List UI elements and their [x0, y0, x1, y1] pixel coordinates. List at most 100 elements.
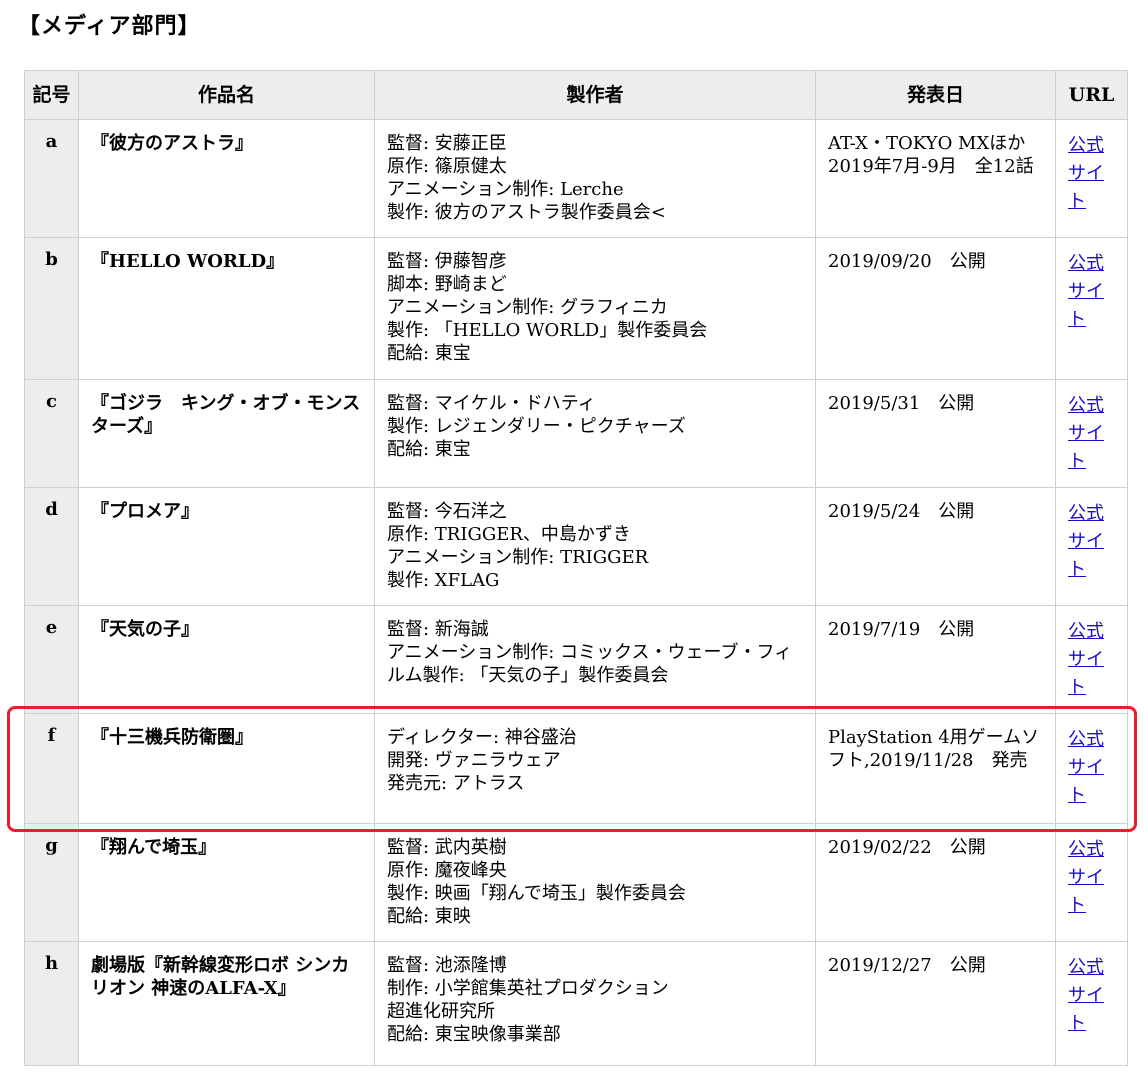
url-cell: 公式 サイト — [1055, 823, 1128, 942]
maker-line: 監督: 新海誠 — [387, 619, 489, 640]
official-site-link-text: サイ — [1068, 531, 1104, 552]
url-cell: 公式 サイト — [1055, 605, 1128, 714]
release-date-line: 2019/02/22 公開 — [828, 837, 986, 858]
maker-cell: 監督: 伊藤智彦 脚本: 野崎まど アニメーション制作: グラフィニカ 製作: 「HE… — [374, 237, 816, 380]
release-date-cell: 2019/5/31 公開 — [815, 379, 1056, 488]
maker-line: 発売元: アトラス — [387, 773, 525, 794]
maker-cell: 監督: 今石洋之 原作: TRIGGER、中島かずき アニメーション制作: TRIG… — [374, 487, 816, 606]
official-site-link-text: サイ — [1068, 281, 1104, 302]
work-title: 劇場版『新幹線変形ロボ シンカリオン 神速のALFA-X』 — [78, 941, 375, 1066]
col-header-title: 作品名 — [78, 70, 375, 120]
release-date-line: 2019/5/31 公開 — [828, 393, 975, 414]
col-header-maker: 製作者 — [374, 70, 816, 120]
maker-line: 原作: 魔夜峰央 — [387, 860, 507, 881]
maker-cell: ディレクター: 神谷盛治 開発: ヴァニラウェア 発売元: アトラス — [374, 713, 816, 824]
official-site-link-text: サイ — [1068, 985, 1104, 1006]
release-date-line: 2019/12/27 公開 — [828, 955, 986, 976]
official-site-link[interactable]: 公式 サイト — [1068, 836, 1115, 920]
table-row: g 『翔んで埼玉』 監督: 武内英樹 原作: 魔夜峰央 製作: 映画「翔んで埼玉」製作委… — [24, 823, 1128, 942]
official-site-link-text: 公式 — [1068, 621, 1104, 642]
row-mark: f — [24, 713, 79, 824]
official-site-link-text: サイ — [1068, 423, 1104, 444]
url-cell: 公式 サイト — [1055, 941, 1128, 1066]
work-title: 『ゴジラ キング・オブ・モンスターズ』 — [78, 379, 375, 488]
row-mark: g — [24, 823, 79, 942]
maker-line: アニメーション制作: コミックス・ウェーブ・フィルム製作: 「天気の子」製作委員… — [387, 642, 793, 686]
maker-line: 監督: 安藤正臣 — [387, 133, 507, 154]
official-site-link-text: ト — [1068, 309, 1086, 330]
maker-line: 原作: TRIGGER、中島かずき — [387, 524, 631, 545]
maker-cell: 監督: 新海誠 アニメーション制作: コミックス・ウェーブ・フィルム製作: 「天気… — [374, 605, 816, 714]
release-date-line: 2019/7/19 公開 — [828, 619, 975, 640]
official-site-link[interactable]: 公式 サイト — [1068, 500, 1115, 584]
official-site-link-text: サイ — [1068, 163, 1104, 184]
official-site-link-text: 公式 — [1068, 395, 1104, 416]
maker-line: 配給: 東映 — [387, 906, 471, 927]
maker-line: ディレクター: 神谷盛治 — [387, 727, 577, 748]
row-mark: d — [24, 487, 79, 606]
maker-cell: 監督: 池添隆博 制作: 小学館集英社プロダクション 超進化研究所 配給: 東宝映像事… — [374, 941, 816, 1066]
release-date-cell: AT-X・TOKYO MXほか 2019年7月-9月 全12話 — [815, 119, 1056, 238]
official-site-link-text: サイ — [1068, 757, 1104, 778]
official-site-link-text: ト — [1068, 785, 1086, 806]
maker-line: 超進化研究所 — [387, 1001, 495, 1022]
official-site-link-text: サイ — [1068, 649, 1104, 670]
maker-line: 配給: 東宝映像事業部 — [387, 1024, 561, 1045]
official-site-link-text: ト — [1068, 677, 1086, 698]
maker-line: 製作: 「HELLO WORLD」製作委員会 — [387, 320, 708, 341]
official-site-link[interactable]: 公式 サイト — [1068, 132, 1115, 216]
release-date-cell: 2019/02/22 公開 — [815, 823, 1056, 942]
maker-line: アニメーション制作: TRIGGER — [387, 547, 649, 568]
maker-cell: 監督: マイケル・ドハティ 製作: レジェンダリー・ピクチャーズ 配給: 東宝 — [374, 379, 816, 488]
row-mark: b — [24, 237, 79, 380]
official-site-link-text: 公式 — [1068, 503, 1104, 524]
work-title: 『プロメア』 — [78, 487, 375, 606]
maker-line: 製作: レジェンダリー・ピクチャーズ — [387, 416, 686, 437]
maker-line: 配給: 東宝 — [387, 343, 471, 364]
release-date-cell: PlayStation 4用ゲームソフト,2019/11/28 発売 — [815, 713, 1056, 824]
table-row: c 『ゴジラ キング・オブ・モンスターズ』 監督: マイケル・ドハティ 製作: レジェ… — [24, 379, 1128, 488]
table-row: e 『天気の子』 監督: 新海誠 アニメーション制作: コミックス・ウェーブ・フィルム… — [24, 605, 1128, 714]
official-site-link-text: ト — [1068, 895, 1086, 916]
maker-line: アニメーション制作: Lerche — [387, 179, 624, 200]
official-site-link[interactable]: 公式 サイト — [1068, 250, 1115, 334]
official-site-link-text: 公式 — [1068, 957, 1104, 978]
official-site-link-text: ト — [1068, 191, 1086, 212]
maker-line: 監督: 伊藤智彦 — [387, 251, 507, 272]
work-title: 『十三機兵防衛圏』 — [78, 713, 375, 824]
maker-line: 開発: ヴァニラウェア — [387, 750, 561, 771]
maker-line: 製作: XFLAG — [387, 570, 500, 591]
release-date-cell: 2019/09/20 公開 — [815, 237, 1056, 380]
work-title: 『HELLO WORLD』 — [78, 237, 375, 380]
col-header-mark: 記号 — [24, 70, 79, 120]
official-site-link[interactable]: 公式 サイト — [1068, 726, 1115, 810]
table-header-row: 記号 作品名 製作者 発表日 URL — [24, 70, 1128, 120]
official-site-link[interactable]: 公式 サイト — [1068, 954, 1115, 1038]
work-title: 『天気の子』 — [78, 605, 375, 714]
official-site-link[interactable]: 公式 サイト — [1068, 618, 1115, 702]
maker-line: 配給: 東宝 — [387, 439, 471, 460]
official-site-link-text: 公式 — [1068, 135, 1104, 156]
url-cell: 公式 サイト — [1055, 487, 1128, 606]
url-cell: 公式 サイト — [1055, 379, 1128, 488]
release-date-cell: 2019/12/27 公開 — [815, 941, 1056, 1066]
official-site-link[interactable]: 公式 サイト — [1068, 392, 1115, 476]
row-mark: h — [24, 941, 79, 1066]
maker-line: 原作: 篠原健太 — [387, 156, 507, 177]
maker-cell: 監督: 武内英樹 原作: 魔夜峰央 製作: 映画「翔んで埼玉」製作委員会 配給: 東映 — [374, 823, 816, 942]
release-date-cell: 2019/7/19 公開 — [815, 605, 1056, 714]
official-site-link-text: ト — [1068, 451, 1086, 472]
official-site-link-text: 公式 — [1068, 839, 1104, 860]
official-site-link-text: 公式 — [1068, 729, 1104, 750]
row-mark: e — [24, 605, 79, 714]
work-title: 『翔んで埼玉』 — [78, 823, 375, 942]
maker-line: 監督: 池添隆博 — [387, 955, 507, 976]
row-mark: a — [24, 119, 79, 238]
maker-line: 製作: 映画「翔んで埼玉」製作委員会 — [387, 883, 686, 904]
release-date-line: AT-X・TOKYO MXほか — [828, 133, 1026, 154]
release-date-line: PlayStation 4用ゲームソフト,2019/11/28 発売 — [828, 727, 1040, 771]
release-date-cell: 2019/5/24 公開 — [815, 487, 1056, 606]
table-row: a 『彼方のアストラ』 監督: 安藤正臣 原作: 篠原健太 アニメーション制作: Ler… — [24, 119, 1128, 238]
maker-line: 脚本: 野崎まど — [387, 274, 507, 295]
section-heading: 【メディア部門】 — [18, 13, 201, 39]
